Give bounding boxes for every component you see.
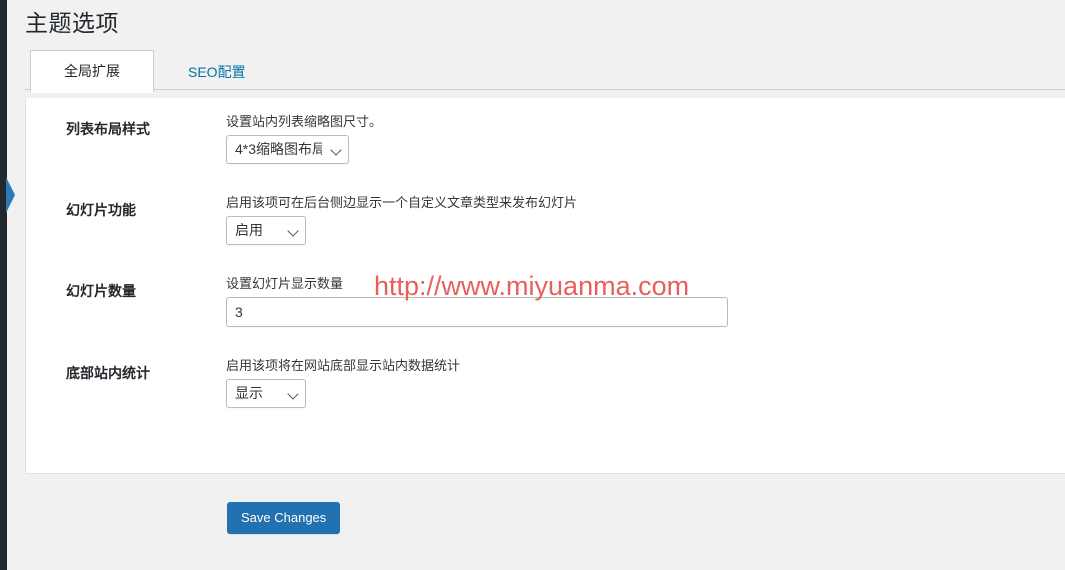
field-description-slider-count: 设置幻灯片显示数量 — [226, 276, 344, 291]
admin-menu-current-arrow-icon — [6, 177, 15, 213]
settings-panel: 列表布局样式 设置站内列表缩略图尺寸。 4*3缩略图布局 幻灯片功能 启用该项可… — [25, 98, 1065, 474]
table-row-slider-feature: 幻灯片功能 启用该项可在后台侧边显示一个自定义文章类型来发布幻灯片 启用 — [26, 179, 1065, 260]
settings-table: 列表布局样式 设置站内列表缩略图尺寸。 4*3缩略图布局 幻灯片功能 启用该项可… — [26, 98, 1065, 423]
admin-menu-sliver — [0, 0, 7, 570]
field-cell-slider-feature: 启用该项可在后台侧边显示一个自定义文章类型来发布幻灯片 启用 — [226, 179, 1065, 260]
save-changes-button[interactable]: Save Changes — [227, 502, 341, 534]
select-footer-stats[interactable]: 显示 — [226, 379, 306, 408]
tab-bar: 全局扩展 SEO配置 — [25, 50, 1065, 93]
table-row-list-layout: 列表布局样式 设置站内列表缩略图尺寸。 4*3缩略图布局 — [26, 98, 1065, 179]
input-slider-count[interactable] — [226, 297, 728, 327]
field-description-slider-feature: 启用该项可在后台侧边显示一个自定义文章类型来发布幻灯片 — [226, 195, 578, 210]
table-row-footer-stats: 底部站内统计 启用该项将在网站底部显示站内数据统计 显示 — [26, 342, 1065, 423]
tab-seo-settings[interactable]: SEO配置 — [154, 51, 280, 93]
field-description-list-layout: 设置站内列表缩略图尺寸。 — [226, 114, 383, 129]
field-cell-slider-count: 设置幻灯片显示数量 — [226, 260, 1065, 342]
select-list-layout[interactable]: 4*3缩略图布局 — [226, 135, 349, 164]
field-label-slider-count: 幻灯片数量 — [66, 283, 136, 299]
page-wrap: 主题选项 全局扩展 SEO配置 列表布局样式 设置站内列表缩略图尺寸。 4*3缩… — [7, 0, 1065, 570]
select-wrap-slider-feature: 启用 — [226, 216, 306, 245]
field-cell-list-layout: 设置站内列表缩略图尺寸。 4*3缩略图布局 — [226, 98, 1065, 179]
field-description-footer-stats: 启用该项将在网站底部显示站内数据统计 — [226, 358, 461, 373]
table-row-slider-count: 幻灯片数量 设置幻灯片显示数量 — [26, 260, 1065, 342]
field-cell-footer-stats: 启用该项将在网站底部显示站内数据统计 显示 — [226, 342, 1065, 423]
submit-row: Save Changes — [25, 474, 1065, 534]
page-title: 主题选项 — [25, 10, 119, 36]
select-wrap-footer-stats: 显示 — [226, 379, 306, 408]
select-wrap-list-layout: 4*3缩略图布局 — [226, 135, 349, 164]
field-label-footer-stats: 底部站内统计 — [66, 365, 150, 381]
field-label-list-layout: 列表布局样式 — [66, 121, 150, 137]
select-slider-feature[interactable]: 启用 — [226, 216, 306, 245]
tab-global-extensions[interactable]: 全局扩展 — [30, 50, 154, 93]
field-label-slider-feature: 幻灯片功能 — [66, 202, 136, 218]
